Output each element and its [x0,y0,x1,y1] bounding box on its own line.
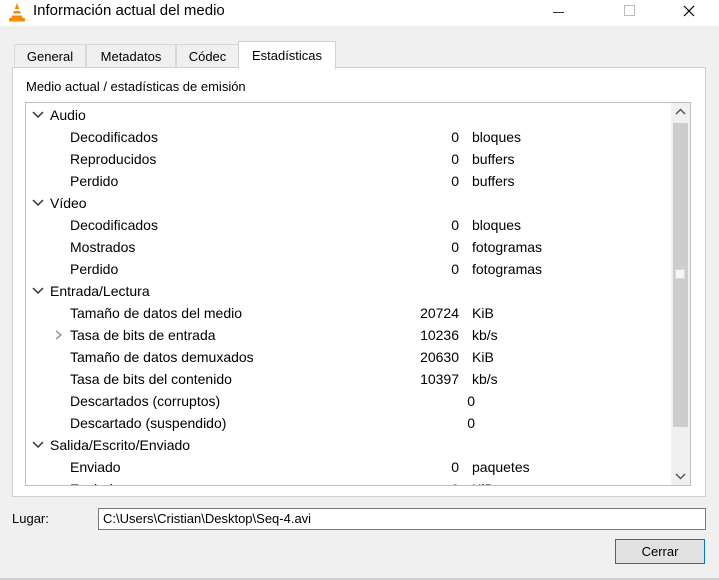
tree-row[interactable]: Perdido 0 fotogramas [26,258,672,280]
tree-row[interactable]: Tasa de bits del contenido 10397 kb/s [26,368,672,390]
row-unit: bloques [472,217,522,233]
row-value: 10236 [420,327,459,343]
row-value: 0 [467,415,475,431]
tree-row[interactable]: Tamaño de datos del medio 20724 KiB [26,302,672,324]
group-label: Salida/Escrito/Enviado [50,437,191,453]
row-unit: fotogramas [472,239,543,255]
close-window-button[interactable] [666,0,712,26]
row-value: 0 [451,261,459,277]
row-label: Tamaño de datos demuxados [70,349,254,365]
group-label: Audio [50,107,86,123]
row-value: 0 [467,393,475,409]
tree-row[interactable]: Enviado 0 paquetes [26,456,672,478]
statistics-tree[interactable]: Audio Decodificados 0 bloques Reproducid… [25,102,691,486]
tree-row[interactable]: Decodificados 0 bloques [26,214,672,236]
minimize-button[interactable] [536,0,582,26]
row-value: 0 [451,478,459,485]
row-label: Tamaño de datos del medio [70,305,242,321]
group-label: Entrada/Lectura [50,283,150,299]
row-unit: buffers [472,173,515,189]
tree-row[interactable]: Descartados (corruptos) 0 [26,390,672,412]
chevron-down-icon[interactable] [31,104,45,126]
row-label: Tasa de bits del contenido [70,371,232,387]
tab-general[interactable]: General [14,44,86,68]
scroll-up-arrow-icon[interactable] [671,103,690,121]
row-unit: KiB [472,349,494,365]
row-label: Enviado [70,478,121,485]
chevron-right-icon[interactable] [51,324,65,346]
tree-row[interactable]: Reproducidos 0 buffers [26,148,672,170]
row-label: Decodificados [70,129,158,145]
tab-estadisticas[interactable]: Estadísticas [238,41,336,69]
group-input[interactable]: Entrada/Lectura [26,280,672,302]
row-value: 0 [451,459,459,475]
row-value: 20724 [420,305,459,321]
tree-row[interactable]: Descartado (suspendido) 0 [26,412,672,434]
row-value: 0 [451,239,459,255]
row-value: 0 [451,129,459,145]
row-unit: bloques [472,129,522,145]
row-unit: kb/s [472,327,498,343]
statistics-panel: Medio actual / estadísticas de emisión A… [12,67,706,497]
location-label: Lugar: [12,511,49,526]
tree-row[interactable]: Enviado 0 KiB [26,478,672,485]
tree-row[interactable]: Perdido 0 buffers [26,170,672,192]
row-value: 0 [451,173,459,189]
close-icon [683,5,695,17]
row-unit: KiB [472,305,494,321]
tree-row[interactable]: Decodificados 0 bloques [26,126,672,148]
tree-row[interactable]: Tasa de bits de entrada 10236 kb/s [26,324,672,346]
row-label: Reproducidos [70,151,157,167]
row-value: 10397 [420,371,459,387]
row-value: 0 [451,151,459,167]
row-label: Mostrados [70,239,136,255]
chevron-down-icon[interactable] [31,192,45,214]
scrollbar-grip [675,269,685,279]
tree-row[interactable]: Mostrados 0 fotogramas [26,236,672,258]
window-title: Información actual del medio [33,2,225,19]
panel-header: Medio actual / estadísticas de emisión [26,79,246,94]
group-video[interactable]: Vídeo [26,192,672,214]
tab-metadatos[interactable]: Metadatos [86,44,176,68]
group-label: Vídeo [50,195,87,211]
row-value: 20630 [420,349,459,365]
tab-codec[interactable]: Códec [176,44,239,68]
row-label: Perdido [70,261,119,277]
row-unit: kb/s [472,371,498,387]
row-unit: paquetes [472,459,530,475]
chevron-down-icon[interactable] [31,280,45,302]
vertical-scrollbar[interactable] [671,103,690,485]
chevron-down-icon[interactable] [31,434,45,456]
vlc-cone-icon [9,3,25,22]
tree-row[interactable]: Tamaño de datos demuxados 20630 KiB [26,346,672,368]
row-label: Descartados (corruptos) [70,393,221,409]
group-output[interactable]: Salida/Escrito/Enviado [26,434,672,456]
row-label: Descartado (suspendido) [70,415,227,431]
row-label: Enviado [70,459,121,475]
scroll-down-arrow-icon[interactable] [671,467,690,485]
close-button[interactable]: Cerrar [615,539,705,564]
row-label: Tasa de bits de entrada [70,327,216,343]
row-label: Decodificados [70,217,158,233]
maximize-button[interactable] [606,0,652,26]
title-bar: Información actual del medio [0,0,719,26]
row-unit: fotogramas [472,261,543,277]
row-value: 0 [451,217,459,233]
row-unit: KiB [472,478,494,485]
location-field[interactable]: C:\Users\Cristian\Desktop\Seq-4.avi [98,508,706,530]
group-audio[interactable]: Audio [26,104,672,126]
row-unit: buffers [472,151,515,167]
row-label: Perdido [70,173,119,189]
